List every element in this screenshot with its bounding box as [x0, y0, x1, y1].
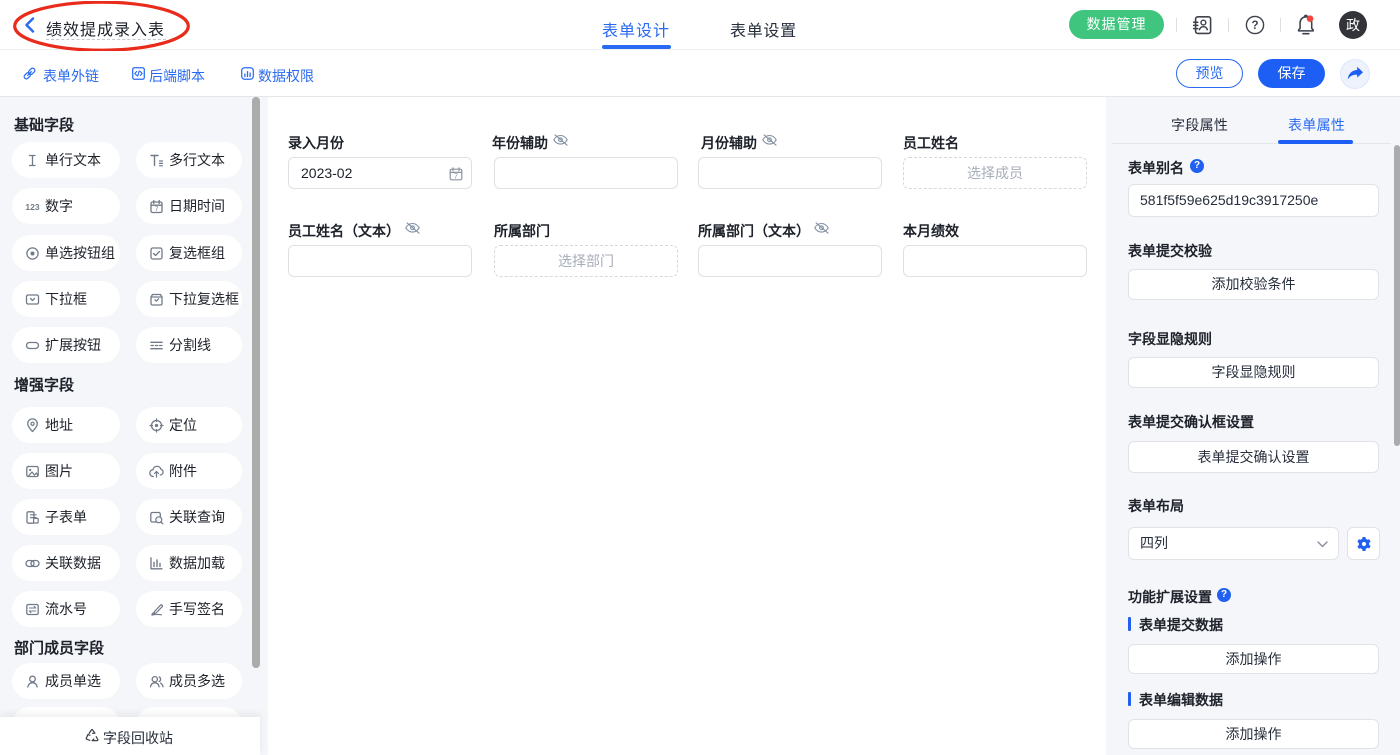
- svg-text:7: 7: [454, 173, 458, 180]
- svg-text:7: 7: [155, 206, 159, 213]
- svg-text:?: ?: [1251, 20, 1258, 32]
- svg-text:123: 123: [25, 202, 39, 212]
